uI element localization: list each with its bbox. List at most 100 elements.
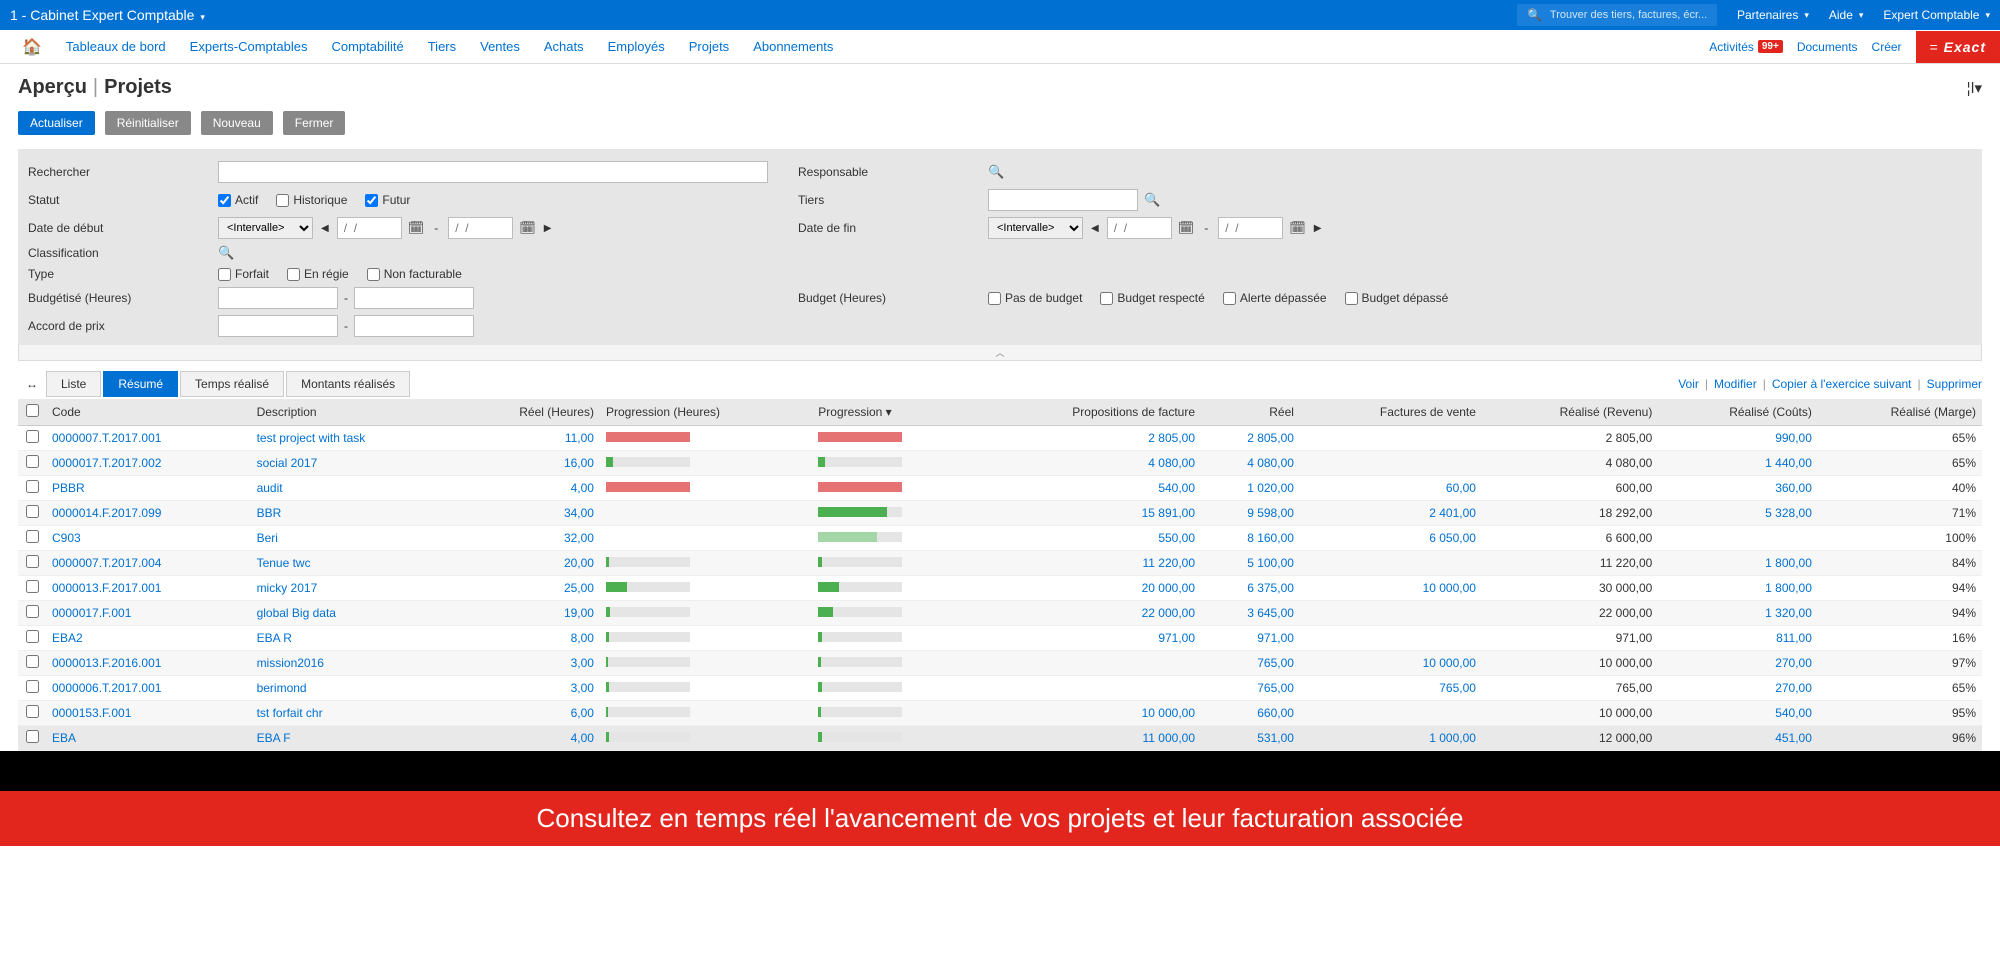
fact-cell[interactable] [1300, 451, 1482, 476]
nav-ventes[interactable]: Ventes [468, 39, 532, 54]
desc-link[interactable]: mission2016 [257, 656, 324, 670]
nav-tableaux[interactable]: Tableaux de bord [54, 39, 178, 54]
col-revenu[interactable]: Réalisé (Revenu) [1482, 399, 1658, 426]
col-code[interactable]: Code [46, 399, 251, 426]
fact-cell[interactable] [1300, 626, 1482, 651]
tools-icon[interactable]: ¦ǀ▾ [1967, 79, 1982, 97]
code-link[interactable]: EBA [52, 731, 76, 745]
row-checkbox[interactable] [26, 430, 39, 443]
desc-link[interactable]: test project with task [257, 431, 366, 445]
code-link[interactable]: 0000006.T.2017.001 [52, 681, 161, 695]
heures-cell[interactable]: 16,00 [454, 451, 600, 476]
calendar-icon[interactable]: 🗓 [1178, 220, 1195, 236]
couts-cell[interactable]: 1 320,00 [1658, 601, 1818, 626]
table-row[interactable]: 0000013.F.2016.001mission20163,00765,001… [18, 651, 1982, 676]
table-row[interactable]: C903Beri32,00550,008 160,006 050,006 600… [18, 526, 1982, 551]
heures-cell[interactable]: 20,00 [454, 551, 600, 576]
accord-from[interactable] [218, 315, 338, 337]
historique-checkbox[interactable]: Historique [276, 193, 347, 207]
reel-cell[interactable]: 4 080,00 [1201, 451, 1300, 476]
date-debut-from[interactable] [337, 217, 402, 239]
prop-cell[interactable]: 540,00 [974, 476, 1201, 501]
nav-activites[interactable]: Activités [1709, 40, 1754, 54]
nav-projets[interactable]: Projets [677, 39, 741, 54]
tiers-input[interactable] [988, 189, 1138, 211]
code-link[interactable]: 0000013.F.2017.001 [52, 581, 161, 595]
table-row[interactable]: EBAEBA F4,0011 000,00531,001 000,0012 00… [18, 726, 1982, 751]
row-checkbox[interactable] [26, 680, 39, 693]
nav-achats[interactable]: Achats [532, 39, 596, 54]
copier-link[interactable]: Copier à l'exercice suivant [1772, 377, 1912, 391]
heures-cell[interactable]: 8,00 [454, 626, 600, 651]
actualiser-button[interactable]: Actualiser [18, 111, 95, 135]
futur-checkbox[interactable]: Futur [365, 193, 410, 207]
table-row[interactable]: 0000007.T.2017.004Tenue twc20,0011 220,0… [18, 551, 1982, 576]
couts-cell[interactable]: 811,00 [1658, 626, 1818, 651]
reel-cell[interactable]: 531,00 [1201, 726, 1300, 751]
calendar-icon[interactable]: 🗓 [408, 220, 425, 236]
supprimer-link[interactable]: Supprimer [1927, 377, 1982, 391]
table-row[interactable]: 0000013.F.2017.001micky 201725,0020 000,… [18, 576, 1982, 601]
couts-cell[interactable]: 270,00 [1658, 676, 1818, 701]
heures-cell[interactable]: 34,00 [454, 501, 600, 526]
desc-link[interactable]: social 2017 [257, 456, 318, 470]
select-all-checkbox[interactable] [26, 404, 39, 417]
en-regie-checkbox[interactable]: En régie [287, 267, 349, 281]
row-checkbox[interactable] [26, 580, 39, 593]
tiers-lookup-icon[interactable]: 🔍 [1144, 192, 1160, 208]
pas-budget-checkbox[interactable]: Pas de budget [988, 291, 1082, 305]
fact-cell[interactable] [1300, 426, 1482, 451]
tab-temps[interactable]: Temps réalisé [180, 371, 284, 397]
heures-cell[interactable]: 4,00 [454, 726, 600, 751]
prop-cell[interactable]: 10 000,00 [974, 701, 1201, 726]
home-icon[interactable]: 🏠 [10, 37, 54, 57]
reel-cell[interactable]: 5 100,00 [1201, 551, 1300, 576]
code-link[interactable]: 0000007.T.2017.001 [52, 431, 161, 445]
date-fin-to[interactable] [1218, 217, 1283, 239]
prop-cell[interactable] [974, 651, 1201, 676]
table-row[interactable]: PBBRaudit4,00540,001 020,0060,00600,0036… [18, 476, 1982, 501]
heures-cell[interactable]: 4,00 [454, 476, 600, 501]
row-checkbox[interactable] [26, 605, 39, 618]
accord-to[interactable] [354, 315, 474, 337]
nav-tiers[interactable]: Tiers [416, 39, 468, 54]
heures-cell[interactable]: 3,00 [454, 676, 600, 701]
col-marge[interactable]: Réalisé (Marge) [1818, 399, 1982, 426]
fact-cell[interactable]: 765,00 [1300, 676, 1482, 701]
couts-cell[interactable]: 5 328,00 [1658, 501, 1818, 526]
row-checkbox[interactable] [26, 530, 39, 543]
prop-cell[interactable]: 20 000,00 [974, 576, 1201, 601]
fact-cell[interactable]: 10 000,00 [1300, 651, 1482, 676]
date-debut-intervalle[interactable]: <Intervalle> [218, 217, 313, 239]
row-checkbox[interactable] [26, 655, 39, 668]
desc-link[interactable]: Beri [257, 531, 278, 545]
desc-link[interactable]: EBA R [257, 631, 292, 645]
couts-cell[interactable]: 990,00 [1658, 426, 1818, 451]
partenaires-menu[interactable]: Partenaires [1737, 8, 1809, 22]
reel-cell[interactable]: 9 598,00 [1201, 501, 1300, 526]
desc-link[interactable]: audit [257, 481, 283, 495]
reel-cell[interactable]: 2 805,00 [1201, 426, 1300, 451]
reel-cell[interactable]: 6 375,00 [1201, 576, 1300, 601]
tab-resume[interactable]: Résumé [103, 371, 178, 397]
voir-link[interactable]: Voir [1678, 377, 1699, 391]
prop-cell[interactable]: 22 000,00 [974, 601, 1201, 626]
date-debut-to[interactable] [448, 217, 513, 239]
row-checkbox[interactable] [26, 705, 39, 718]
non-facturable-checkbox[interactable]: Non facturable [367, 267, 462, 281]
reel-cell[interactable]: 971,00 [1201, 626, 1300, 651]
table-row[interactable]: 0000153.F.001tst forfait chr6,0010 000,0… [18, 701, 1982, 726]
budgetise-to[interactable] [354, 287, 474, 309]
col-reel-heures[interactable]: Réel (Heures) [454, 399, 600, 426]
row-checkbox[interactable] [26, 630, 39, 643]
table-row[interactable]: 0000017.F.001global Big data19,0022 000,… [18, 601, 1982, 626]
fact-cell[interactable]: 2 401,00 [1300, 501, 1482, 526]
code-link[interactable]: C903 [52, 531, 81, 545]
aide-menu[interactable]: Aide [1829, 8, 1864, 22]
code-link[interactable]: 0000017.T.2017.002 [52, 456, 161, 470]
rechercher-input[interactable] [218, 161, 768, 183]
fact-cell[interactable]: 6 050,00 [1300, 526, 1482, 551]
desc-link[interactable]: Tenue twc [257, 556, 311, 570]
row-checkbox[interactable] [26, 555, 39, 568]
code-link[interactable]: 0000007.T.2017.004 [52, 556, 161, 570]
